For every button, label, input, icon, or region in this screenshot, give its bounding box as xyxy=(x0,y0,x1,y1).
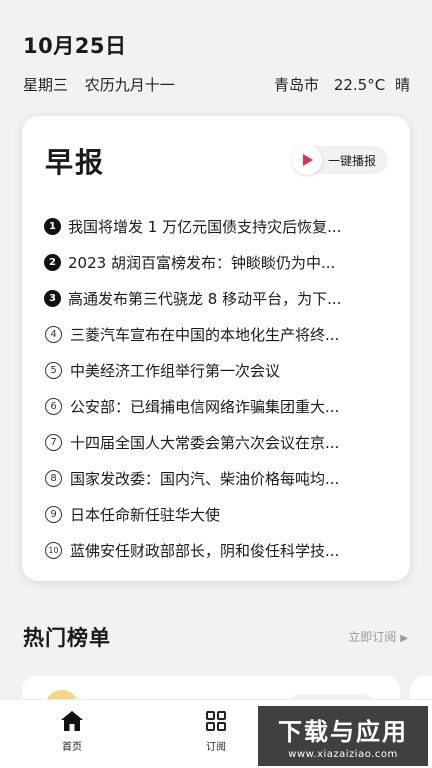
rank-number: 3 xyxy=(44,289,61,307)
news-headline: 国家发改委：国内汽、柴油价格每吨均... xyxy=(70,469,340,488)
news-item[interactable]: 5 中美经济工作组举行第一次会议 xyxy=(44,352,389,388)
news-item[interactable]: 8 国家发改委：国内汽、柴油价格每吨均... xyxy=(44,460,389,496)
subscribe-now-label: 立即订阅 xyxy=(348,630,397,644)
briefing-title: 早报 xyxy=(45,146,106,179)
news-headline: 我国将增发 1 万亿元国债支持灾后恢复... xyxy=(68,217,342,236)
weekday-text: 星期三 xyxy=(23,76,69,94)
chevron-right-icon: ▶ xyxy=(400,633,408,644)
news-headline: 蓝佛安任财政部部长，阴和俊任科学技... xyxy=(70,541,340,560)
rank-number: 5 xyxy=(45,361,62,379)
rank-number: 4 xyxy=(45,325,62,343)
header: 10月25日 星期三 农历九月十一 青岛市 22.5°C 晴 xyxy=(23,30,410,95)
news-item[interactable]: 10 蓝佛安任财政部部长，阴和俊任科学技... xyxy=(44,532,389,568)
home-icon xyxy=(61,711,83,731)
watermark-url: www.xiazaiziao.com xyxy=(288,749,398,760)
news-item[interactable]: 3 高通发布第三代骁龙 8 移动平台，为下... xyxy=(44,280,389,316)
news-list: 1 我国将增发 1 万亿元国债支持灾后恢复... 2 2023 胡润百富榜发布：… xyxy=(44,208,389,568)
play-icon xyxy=(291,145,322,175)
news-headline: 高通发布第三代骁龙 8 移动平台，为下... xyxy=(68,289,342,308)
news-item[interactable]: 1 我国将增发 1 万亿元国债支持灾后恢复... xyxy=(44,208,389,244)
weather-text: 晴 xyxy=(394,76,410,94)
date-title: 10月25日 xyxy=(23,34,127,58)
rank-number: 7 xyxy=(45,433,62,451)
news-headline: 公安部：已缉捕电信网络诈骗集团重大... xyxy=(70,397,340,416)
watermark-title: 下载与应用 xyxy=(278,718,408,746)
broadcast-button[interactable]: 一键播报 xyxy=(291,145,388,175)
tab-home-label: 首页 xyxy=(62,742,82,753)
rank-number: 1 xyxy=(44,217,61,235)
news-item[interactable]: 7 十四届全国人大常委会第六次会议在京... xyxy=(44,424,389,460)
rank-number: 2 xyxy=(44,253,61,271)
news-headline: 日本任命新任驻华大使 xyxy=(70,505,221,524)
news-item[interactable]: 6 公安部：已缉捕电信网络诈骗集团重大... xyxy=(44,388,389,424)
news-headline: 2023 胡润百富榜发布：钟睒睒仍为中... xyxy=(68,253,336,272)
news-item[interactable]: 9 日本任命新任驻华大使 xyxy=(44,496,389,532)
news-headline: 十四届全国人大常委会第六次会议在京... xyxy=(70,433,340,452)
rank-number: 9 xyxy=(45,505,62,523)
news-item[interactable]: 4 三菱汽车宣布在中国的本地化生产将终... xyxy=(44,316,389,352)
grid-icon xyxy=(206,711,226,731)
broadcast-label: 一键播报 xyxy=(327,153,376,168)
tab-home[interactable]: 首页 xyxy=(0,700,144,768)
city-text: 青岛市 xyxy=(274,76,320,94)
news-headline: 中美经济工作组举行第一次会议 xyxy=(70,361,281,380)
temperature-text: 22.5°C xyxy=(333,76,386,94)
watermark: 下载与应用 www.xiazaiziao.com xyxy=(258,706,428,766)
news-item[interactable]: 2 2023 胡润百富榜发布：钟睒睒仍为中... xyxy=(44,244,389,280)
news-headline: 三菱汽车宣布在中国的本地化生产将终... xyxy=(70,325,340,344)
tab-subscribe-label: 订阅 xyxy=(206,742,226,753)
rank-number: 8 xyxy=(45,469,62,487)
subscribe-now-link[interactable]: 立即订阅 ▶ xyxy=(348,628,408,645)
rank-number: 10 xyxy=(45,541,62,559)
hot-list-title: 热门榜单 xyxy=(23,626,111,650)
lunar-date-text: 农历九月十一 xyxy=(84,76,175,94)
info-row: 星期三 农历九月十一 青岛市 22.5°C 晴 xyxy=(23,74,410,95)
rank-number: 6 xyxy=(45,397,62,415)
morning-briefing-card: 早报 一键播报 1 我国将增发 1 万亿元国债支持灾后恢复... 2 2023 … xyxy=(22,116,410,581)
